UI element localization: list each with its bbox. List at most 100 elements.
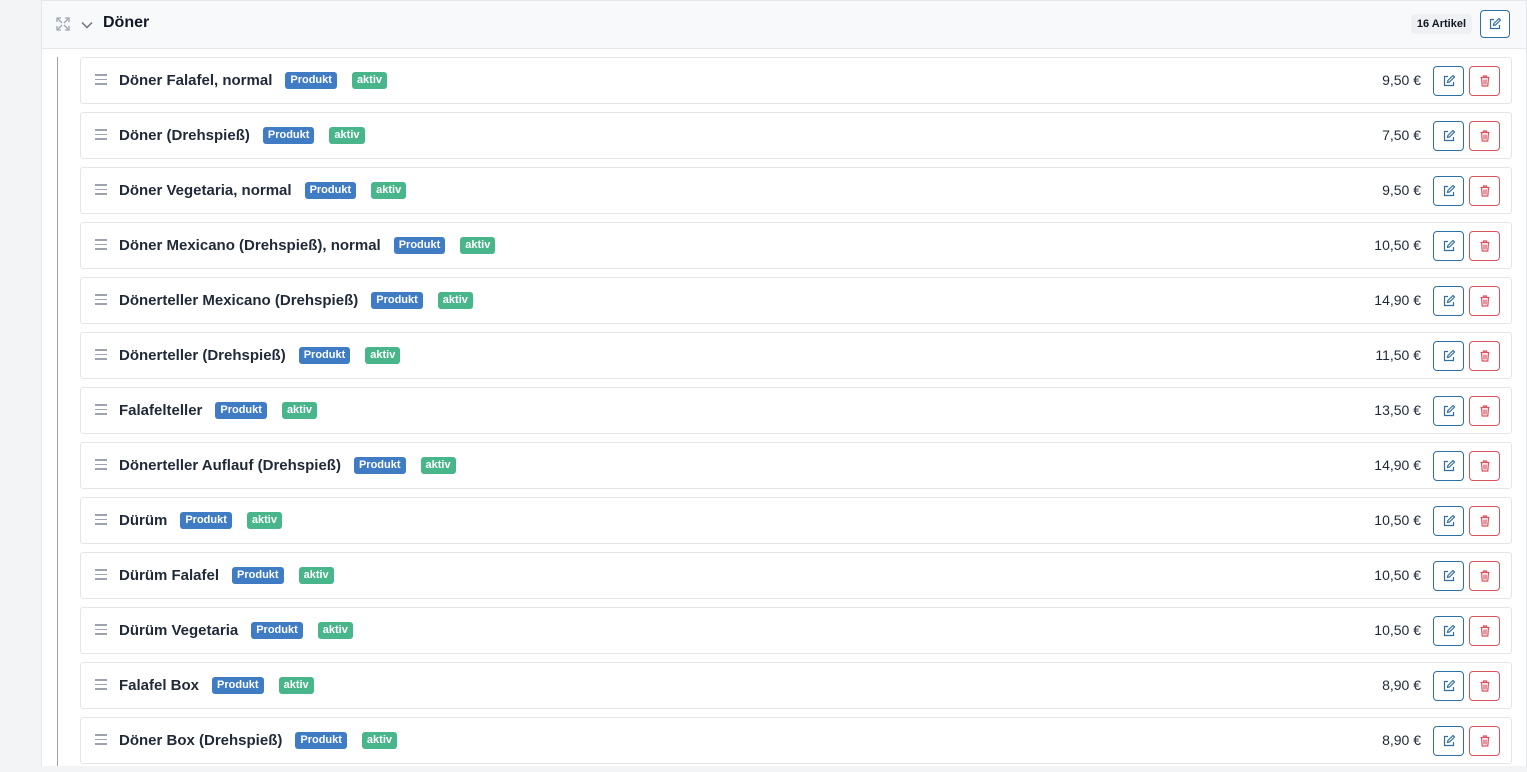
delete-button[interactable] (1469, 286, 1500, 316)
item-count-badge: 16 Artikel (1410, 14, 1472, 34)
edit-icon (1443, 185, 1455, 197)
delete-button[interactable] (1469, 561, 1500, 591)
drag-handle-icon[interactable] (95, 404, 107, 416)
item-name: Döner Mexicano (Drehspieß), normal (119, 237, 381, 254)
edit-button[interactable] (1433, 506, 1464, 536)
edit-button[interactable] (1433, 121, 1464, 151)
type-badge: Produkt (215, 402, 267, 419)
delete-button[interactable] (1469, 616, 1500, 646)
delete-button[interactable] (1469, 506, 1500, 536)
item-name: Dürüm Vegetaria (119, 622, 239, 639)
edit-button[interactable] (1433, 286, 1464, 316)
type-badge: Produkt (295, 732, 347, 749)
type-badge: Produkt (371, 292, 423, 309)
edit-button[interactable] (1433, 66, 1464, 96)
edit-icon (1443, 625, 1455, 637)
drag-handle-icon[interactable] (95, 349, 107, 361)
list-item[interactable]: Döner Falafel, normal Produkt aktiv 9,50… (80, 57, 1512, 104)
delete-button[interactable] (1469, 451, 1500, 481)
item-price: 10,50 € (1374, 237, 1421, 253)
list-item[interactable]: Döner Vegetaria, normal Produkt aktiv 9,… (80, 167, 1512, 214)
tree-indent-line (57, 57, 58, 766)
delete-button[interactable] (1469, 726, 1500, 756)
item-price: 7,50 € (1382, 127, 1421, 143)
list-item[interactable]: Falafelteller Produkt aktiv 13,50 € (80, 387, 1512, 434)
drag-handle-icon[interactable] (95, 569, 107, 581)
category-header[interactable]: Döner 16 Artikel (42, 0, 1526, 49)
delete-button[interactable] (1469, 176, 1500, 206)
list-item[interactable]: Falafel Box Produkt aktiv 8,90 € (80, 662, 1512, 709)
edit-button[interactable] (1433, 176, 1464, 206)
category-panel: Döner 16 Artikel Döner Falafel, normal P… (41, 0, 1527, 766)
edit-icon (1443, 295, 1455, 307)
drag-handle-icon[interactable] (95, 624, 107, 636)
delete-button[interactable] (1469, 396, 1500, 426)
status-badge: aktiv (351, 72, 388, 89)
edit-button[interactable] (1433, 231, 1464, 261)
trash-icon (1480, 405, 1490, 417)
status-badge: aktiv (365, 347, 401, 364)
status-badge: aktiv (437, 292, 473, 309)
drag-handle-icon[interactable] (95, 239, 107, 251)
edit-icon (1443, 405, 1455, 417)
expand-icon[interactable] (56, 17, 70, 31)
list-item[interactable]: Dürüm Produkt aktiv 10,50 € (80, 497, 1512, 544)
edit-icon (1443, 130, 1455, 142)
item-price: 10,50 € (1374, 567, 1421, 583)
edit-icon (1443, 570, 1455, 582)
status-badge: aktiv (361, 732, 397, 749)
delete-button[interactable] (1469, 671, 1500, 701)
edit-button[interactable] (1433, 616, 1464, 646)
delete-button[interactable] (1469, 121, 1500, 151)
edit-button[interactable] (1433, 341, 1464, 371)
drag-handle-icon[interactable] (95, 294, 107, 306)
trash-icon (1480, 735, 1490, 747)
edit-button[interactable] (1433, 671, 1464, 701)
status-badge: aktiv (281, 402, 318, 419)
list-item[interactable]: Dürüm Vegetaria Produkt aktiv 10,50 € (80, 607, 1512, 654)
item-name: Falafel Box (119, 677, 200, 694)
drag-handle-icon[interactable] (95, 184, 107, 196)
trash-icon (1480, 130, 1490, 142)
delete-button[interactable] (1469, 341, 1500, 371)
item-price: 8,90 € (1382, 677, 1421, 693)
drag-handle-icon[interactable] (95, 459, 107, 471)
trash-icon (1480, 680, 1490, 692)
list-item[interactable]: Döner Box (Drehspieß) Produkt aktiv 8,90… (80, 717, 1512, 764)
trash-icon (1480, 515, 1490, 527)
edit-icon (1443, 350, 1455, 362)
status-badge: aktiv (317, 622, 353, 639)
drag-handle-icon[interactable] (95, 514, 107, 526)
type-badge: Produkt (285, 72, 337, 89)
delete-button[interactable] (1469, 66, 1500, 96)
edit-button[interactable] (1433, 726, 1464, 756)
list-item[interactable]: Dönerteller Auflauf (Drehspieß) Produkt … (80, 442, 1512, 489)
trash-icon (1480, 185, 1490, 197)
list-item[interactable]: Dönerteller Mexicano (Drehspieß) Produkt… (80, 277, 1512, 324)
trash-icon (1480, 570, 1490, 582)
list-item[interactable]: Dürüm Falafel Produkt aktiv 10,50 € (80, 552, 1512, 599)
list-item[interactable]: Dönerteller (Drehspieß) Produkt aktiv 11… (80, 332, 1512, 379)
trash-icon (1480, 625, 1490, 637)
edit-button[interactable] (1433, 561, 1464, 591)
drag-handle-icon[interactable] (95, 734, 107, 746)
category-edit-button[interactable] (1480, 10, 1510, 38)
edit-button[interactable] (1433, 396, 1464, 426)
drag-handle-icon[interactable] (95, 679, 107, 691)
type-badge: Produkt (262, 127, 315, 144)
delete-button[interactable] (1469, 231, 1500, 261)
list-item[interactable]: Döner (Drehspieß) Produkt aktiv 7,50 € (80, 112, 1512, 159)
edit-button[interactable] (1433, 451, 1464, 481)
trash-icon (1480, 350, 1490, 362)
drag-handle-icon[interactable] (95, 129, 107, 141)
item-price: 9,50 € (1382, 182, 1421, 198)
item-name: Döner (Drehspieß) (119, 127, 250, 144)
edit-icon (1443, 515, 1455, 527)
edit-icon (1443, 240, 1455, 252)
status-badge: aktiv (371, 182, 407, 199)
list-item[interactable]: Döner Mexicano (Drehspieß), normal Produ… (80, 222, 1512, 269)
type-badge: Produkt (180, 512, 232, 529)
chevron-down-icon[interactable] (80, 18, 94, 32)
type-badge: Produkt (393, 237, 446, 254)
drag-handle-icon[interactable] (95, 74, 107, 86)
